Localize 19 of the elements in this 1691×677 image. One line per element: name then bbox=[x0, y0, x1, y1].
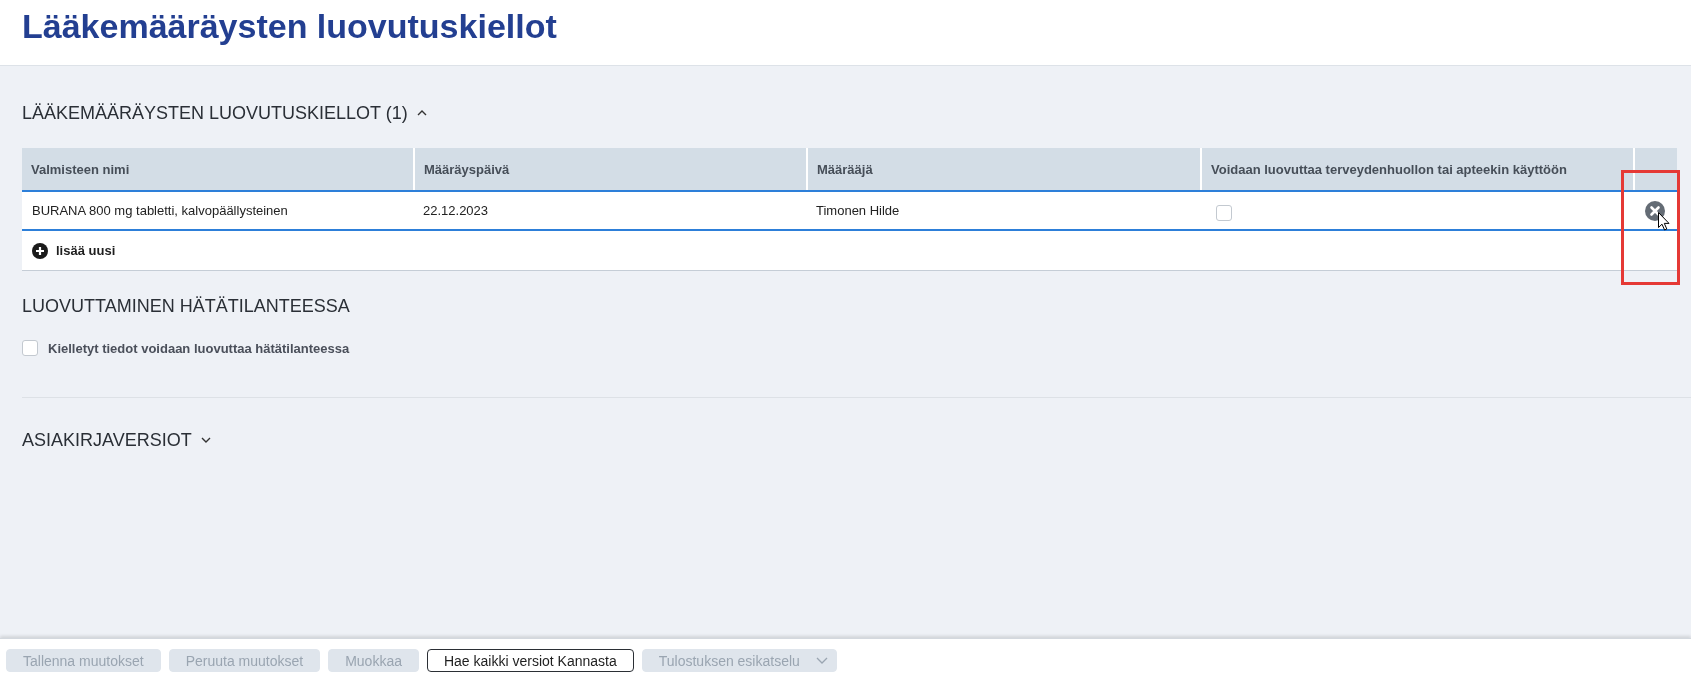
toolbar-button[interactable]: Hae kaikki versiot Kannasta bbox=[426, 649, 634, 672]
chevron-down-icon bbox=[815, 657, 828, 664]
page-title: Lääkemääräysten luovutuskiellot bbox=[22, 6, 557, 47]
checkbox-label[interactable]: Kielletyt tiedot voidaan luovuttaa hätätilanteessa bbox=[48, 340, 350, 356]
column-header: Voidaan luovuttaa terveydenhuollon tai apteekin käyttöön bbox=[1200, 148, 1633, 190]
section-title: LUOVUTTAMINEN HÄTÄTILANTEESSA bbox=[22, 295, 350, 318]
checkbox[interactable] bbox=[1216, 204, 1232, 221]
checkbox[interactable] bbox=[22, 340, 38, 356]
column-header: Valmisteen nimi bbox=[30, 160, 131, 179]
table-row[interactable]: BURANA 800 mg tabletti, kalvopäällysteinen 22.12.2023 Timonen Hilde bbox=[22, 190, 1677, 231]
column-header: Määrääjä bbox=[806, 148, 1200, 190]
column-header: Määräyspäivä bbox=[413, 148, 806, 190]
section-toggle[interactable]: LÄÄKEMÄÄRÄYSTEN LUOVUTUSKIELLOT (1) bbox=[22, 101, 427, 125]
table-cell-text: BURANA 800 mg tabletti, kalvopäällysteinen bbox=[31, 202, 289, 220]
add-new-button[interactable]: lisää uusi bbox=[32, 242, 116, 259]
table-cell-text: Timonen Hilde bbox=[815, 202, 901, 220]
plus-circle-icon bbox=[32, 242, 48, 259]
section-toggle[interactable]: ASIAKIRJAVERSIOT bbox=[22, 428, 211, 452]
table-cell-text: 22.12.2023 bbox=[422, 202, 490, 220]
